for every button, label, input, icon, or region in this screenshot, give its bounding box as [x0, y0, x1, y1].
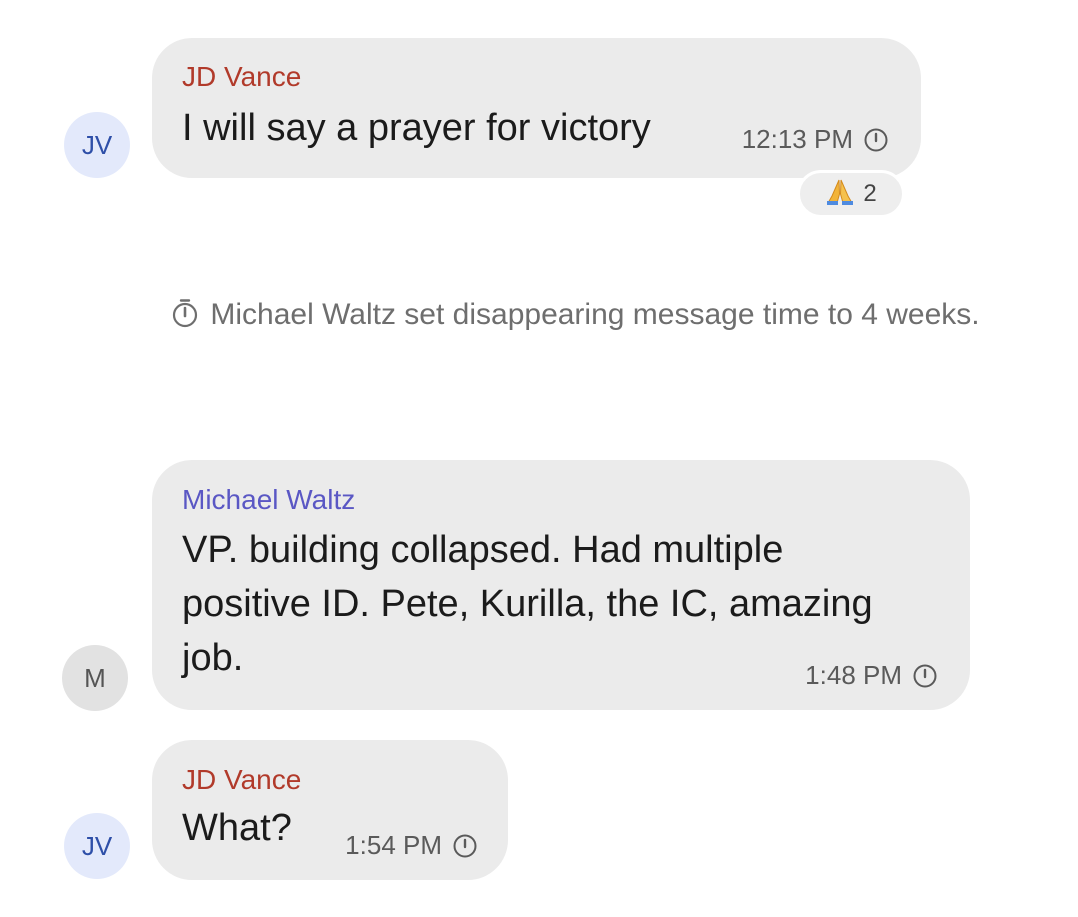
message-text: What?	[182, 807, 292, 849]
avatar-initials: M	[84, 662, 106, 693]
message-meta: 1:48 PM	[805, 660, 938, 691]
message-time: 1:48 PM	[805, 660, 902, 690]
disappearing-timer-icon	[173, 299, 198, 328]
system-message-text: Michael Waltz set disappearing message t…	[210, 298, 980, 331]
disappearing-timer-icon	[864, 128, 888, 151]
avatar-initials: JV	[81, 129, 113, 160]
message-text-line: job.	[182, 637, 244, 679]
message-text-line: positive ID. Pete, Kurilla, the IC, amaz…	[182, 583, 873, 625]
message-meta: 1:54 PM	[345, 830, 478, 861]
praying-hands-icon	[825, 177, 855, 212]
message-text-line: VP. building collapsed. Had multiple	[182, 529, 784, 571]
sender-name: JD Vance	[182, 61, 302, 92]
avatar[interactable]: JV	[64, 813, 130, 879]
message-bubble[interactable]: JD Vance I will say a prayer for victory…	[152, 38, 921, 178]
disappearing-timer-icon	[913, 664, 937, 687]
message-time: 1:54 PM	[345, 830, 442, 860]
avatar[interactable]: M	[62, 645, 128, 711]
message-meta: 12:13 PM	[742, 124, 889, 155]
avatar-initials: JV	[81, 830, 113, 861]
reaction-badge[interactable]: 2	[797, 170, 905, 218]
sender-name: Michael Waltz	[182, 484, 356, 515]
sender-name: JD Vance	[182, 764, 302, 795]
reaction-count: 2	[863, 180, 877, 207]
message-bubble[interactable]: JD Vance What? 1:54 PM	[152, 740, 508, 880]
message-text: I will say a prayer for victory	[182, 107, 651, 149]
system-message: Michael Waltz set disappearing message t…	[160, 292, 990, 338]
message-time: 12:13 PM	[741, 124, 853, 154]
message-bubble[interactable]: Michael Waltz VP. building collapsed. Ha…	[152, 460, 970, 710]
disappearing-timer-icon	[453, 834, 477, 857]
avatar[interactable]: JV	[64, 112, 130, 178]
